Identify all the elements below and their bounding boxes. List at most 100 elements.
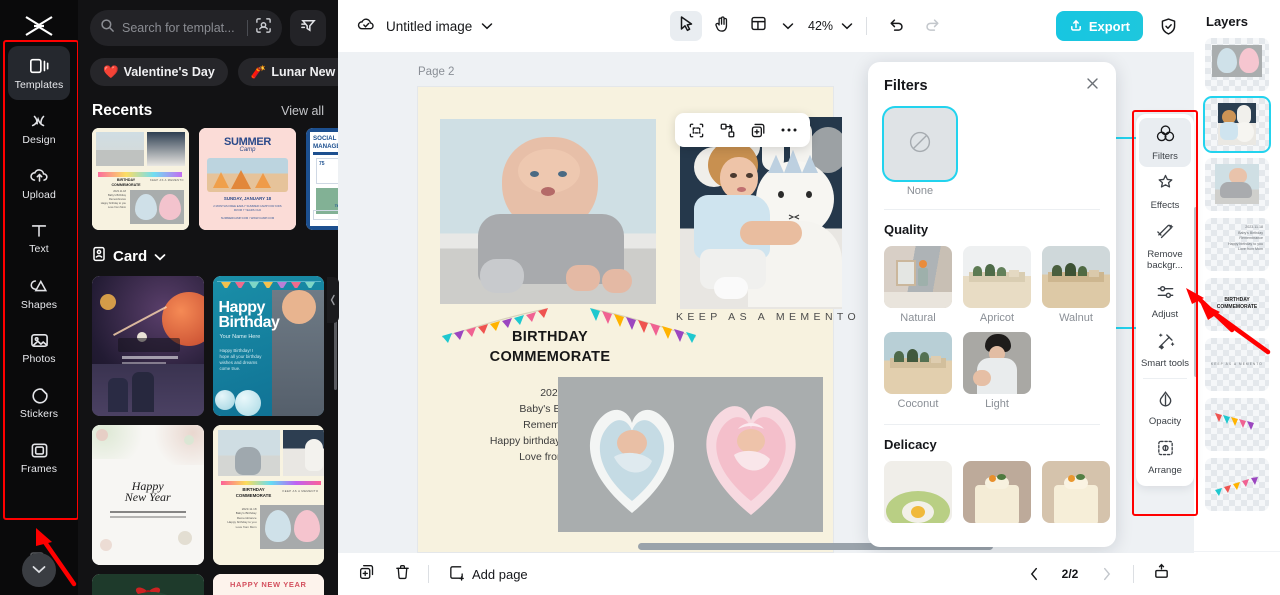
filter-delicacy-3[interactable] [1042, 461, 1110, 527]
tool-filters[interactable]: Filters [1139, 118, 1191, 167]
select-tool-button[interactable] [670, 11, 702, 41]
layer-hearts-photo[interactable] [1205, 38, 1269, 91]
page-indicator: 2/2 [1061, 567, 1079, 581]
panel-collapse-handle[interactable] [327, 277, 339, 323]
canvas-viewport[interactable]: Page 2 BIRTHDAY COMMEMORATE Baby's Birth… [338, 52, 1280, 553]
filters-section-title-delicacy: Delicacy [884, 437, 937, 452]
layer-memo-text[interactable]: 2023.11.18 Baby's Birthday Remembrance Happ… [1205, 218, 1269, 271]
layer-birthday-commemorate-text[interactable]: BIRTHDAY COMMEMORATE [1205, 278, 1269, 331]
redo-button[interactable] [916, 11, 948, 41]
sidebar-item-photos[interactable]: Photos [8, 321, 70, 375]
layer-girl-bunny-photo[interactable] [1205, 98, 1269, 151]
tool-label: Opacity [1148, 416, 1182, 427]
tool-remove-background[interactable]: Remove backgr... [1139, 216, 1191, 276]
shapes-icon [28, 276, 50, 296]
layer-bunting-left[interactable] [1205, 398, 1269, 451]
filter-natural[interactable]: Natural [884, 246, 952, 324]
prev-page-button[interactable] [1019, 560, 1049, 588]
layer-baby-crawling-photo[interactable] [1205, 158, 1269, 211]
recents-header: Recents View all [78, 88, 338, 128]
sidebar-item-upload[interactable]: Upload [8, 156, 70, 210]
list-item[interactable] [92, 276, 204, 416]
list-item[interactable]: Happy New Year [92, 425, 204, 565]
shield-check-icon[interactable] [1152, 11, 1184, 41]
tool-smart-tools[interactable]: Smart tools [1139, 325, 1191, 374]
filter-coconut[interactable]: Coconut [884, 332, 952, 410]
delete-page-button[interactable] [387, 560, 417, 588]
canvas-tools: 42% [670, 11, 948, 41]
list-item[interactable]: BIRTHDAY COMMEMORATE KEEP AS A MEMENTO 20… [212, 425, 324, 565]
filters-panel-title: Filters [884, 78, 928, 94]
present-icon [1153, 563, 1170, 585]
zoom-control[interactable]: 42% [808, 17, 853, 35]
recents-view-all[interactable]: View all [281, 104, 324, 118]
list-item[interactable]: SUMMER Camp SUNDAY, JANUARY 18 2 MONTHS … [199, 128, 296, 230]
filter-apricot[interactable]: Apricot [963, 246, 1031, 324]
layer-bunting-right[interactable] [1205, 458, 1269, 511]
element-tools-scrollbar[interactable] [1194, 207, 1198, 377]
design-keep-text[interactable]: KEEP AS A MEMENTO [676, 311, 860, 323]
image-search-icon[interactable] [255, 17, 272, 39]
filter-delicacy-1[interactable] [884, 461, 952, 527]
layout-chevron-down-icon[interactable] [778, 17, 798, 35]
sidebar-item-frames[interactable]: Frames [8, 431, 70, 485]
filter-delicacy-2[interactable] [963, 461, 1031, 527]
filter-light[interactable]: Light [963, 332, 1031, 410]
layer-keep-as-memento-text[interactable]: KEEP AS A MEMENTO [1205, 338, 1269, 391]
sidebar-item-design[interactable]: Design [8, 101, 70, 155]
smart-tools-icon [1155, 331, 1176, 356]
tool-opacity[interactable]: Opacity [1139, 383, 1191, 432]
chip-label: Lunar New Yea [271, 65, 338, 79]
design-title[interactable]: BIRTHDAY COMMEMORATE [480, 327, 620, 367]
list-item[interactable]: BIRTHDAY COMMEMORATE KEEP AS A MEMENTO 20… [92, 128, 189, 230]
undo-button[interactable] [880, 11, 912, 41]
sidebar-item-text[interactable]: Text [8, 211, 70, 265]
photo-hearts-twins[interactable] [558, 377, 823, 532]
sidebar-item-stickers[interactable]: Stickers [8, 376, 70, 430]
present-button[interactable] [1146, 560, 1176, 588]
chevron-down-icon[interactable] [481, 17, 493, 35]
sidebar-item-templates[interactable]: Templates [8, 46, 70, 100]
export-button[interactable]: Export [1055, 11, 1143, 41]
top-toolbar: Untitled image 42% Export [338, 0, 1280, 52]
tool-adjust[interactable]: Adjust [1139, 276, 1191, 325]
upload-cloud-icon [28, 166, 51, 186]
layout-tool-button[interactable] [742, 11, 774, 41]
next-page-button[interactable] [1091, 560, 1121, 588]
close-icon[interactable] [1085, 76, 1100, 96]
tool-effects[interactable]: Effects [1139, 167, 1191, 216]
document-title-group[interactable]: Untitled image [356, 15, 493, 37]
filter-none-swatch[interactable] [884, 108, 956, 180]
filter-walnut[interactable]: Walnut [1042, 246, 1110, 324]
cutout-icon[interactable] [713, 117, 741, 143]
more-options-icon[interactable] [775, 117, 803, 143]
list-item[interactable]: HAPPY NEW YEAR [212, 574, 324, 595]
list-item[interactable]: Happy Birthday Your Name Here Happy Birth… [212, 276, 324, 416]
photo-baby-crawling[interactable] [440, 119, 656, 304]
category-card-header[interactable]: Card [78, 230, 338, 276]
chip-lunar-new-year[interactable]: 🧨 Lunar New Yea [237, 58, 338, 86]
none-slash-icon [907, 129, 933, 160]
firecracker-emoji: 🧨 [250, 64, 267, 79]
list-item[interactable]: SOCIAL MEDIAMANAGEMENT S 75 THE SERVICES… [306, 128, 338, 230]
duplicate-page-button[interactable] [352, 560, 382, 588]
chip-valentines-day[interactable]: ❤️ Valentine's Day [90, 58, 228, 86]
duplicate-icon[interactable] [744, 117, 772, 143]
filter-thumbnail [1042, 246, 1110, 308]
sidebar-item-shapes[interactable]: Shapes [8, 266, 70, 320]
hand-tool-button[interactable] [706, 11, 738, 41]
add-page-button[interactable]: Add page [440, 564, 536, 584]
filter-thumbnail [963, 461, 1031, 523]
divider [1143, 378, 1187, 379]
search-input[interactable]: Search for templat... [90, 10, 282, 46]
tool-arrange[interactable]: Arrange [1139, 432, 1191, 481]
stickers-icon [29, 386, 50, 405]
capcut-logo[interactable] [19, 12, 59, 40]
crop-icon[interactable] [682, 117, 710, 143]
design-page[interactable]: BIRTHDAY COMMEMORATE 2023.11.18 Baby's B… [418, 87, 856, 552]
design-title-line1: BIRTHDAY [512, 329, 588, 345]
divider [1133, 565, 1134, 583]
list-item[interactable] [92, 574, 204, 595]
template-filter-button[interactable] [290, 10, 326, 46]
rail-collapse-button[interactable] [22, 553, 56, 587]
